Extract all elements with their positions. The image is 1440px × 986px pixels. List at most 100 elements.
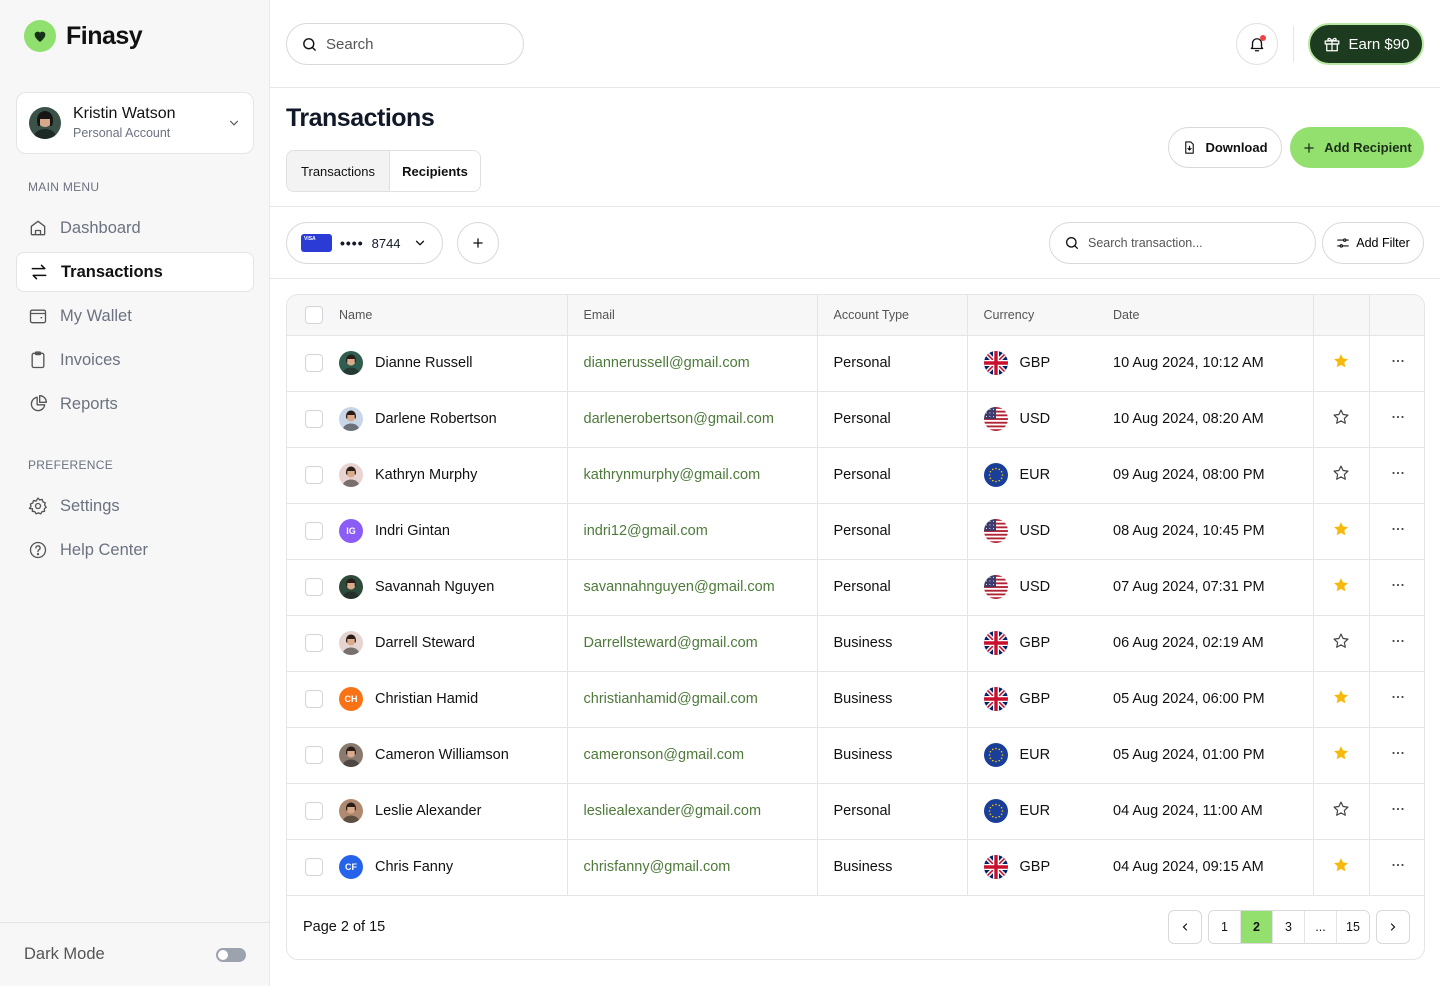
- sidebar-item-my-wallet[interactable]: My Wallet: [16, 296, 254, 336]
- row-checkbox[interactable]: [305, 802, 323, 820]
- more-options-icon[interactable]: [1389, 576, 1407, 594]
- star-outline-icon[interactable]: [1332, 408, 1350, 426]
- more-options-icon[interactable]: [1389, 464, 1407, 482]
- row-checkbox[interactable]: [305, 634, 323, 652]
- avatar-initials: IG: [346, 526, 356, 536]
- star-outline-icon[interactable]: [1332, 632, 1350, 650]
- table-row[interactable]: Cameron Williamson cameronson@gmail.com Bu…: [287, 727, 1424, 784]
- add-card-button[interactable]: [457, 222, 499, 264]
- star-filled-icon[interactable]: [1332, 688, 1350, 706]
- table-row[interactable]: Savannah Nguyen savannahnguyen@gmail.com P…: [287, 559, 1424, 616]
- table-row[interactable]: IG Indri Gintan indri12@gmail.com Personal U…: [287, 503, 1424, 560]
- more-options-icon[interactable]: [1389, 744, 1407, 762]
- more-options-icon[interactable]: [1389, 856, 1407, 874]
- column-header-currency[interactable]: Currency: [967, 295, 1097, 336]
- eur-flag-icon: [983, 743, 1008, 767]
- plus-icon: [1304, 142, 1315, 153]
- row-checkbox[interactable]: [305, 690, 323, 708]
- table-row[interactable]: Dianne Russell diannerussell@gmail.com Per…: [287, 335, 1424, 392]
- recipient-email[interactable]: chrisfanny@gmail.com: [584, 859, 731, 875]
- earn-label: Earn $90: [1348, 35, 1410, 53]
- row-checkbox[interactable]: [305, 354, 323, 372]
- star-filled-icon[interactable]: [1332, 856, 1350, 874]
- add-filter-label: Add Filter: [1356, 236, 1410, 250]
- star-filled-icon[interactable]: [1332, 520, 1350, 538]
- star-filled-icon[interactable]: [1332, 352, 1350, 370]
- recipient-email[interactable]: darlenerobertson@gmail.com: [584, 411, 774, 427]
- row-checkbox[interactable]: [305, 578, 323, 596]
- page-button[interactable]: 1: [1209, 911, 1241, 943]
- row-checkbox[interactable]: [305, 858, 323, 876]
- search-input[interactable]: [326, 35, 506, 53]
- brand-logo[interactable]: Finasy: [24, 20, 143, 52]
- recipient-email[interactable]: indri12@gmail.com: [584, 523, 708, 539]
- column-header-email[interactable]: Email: [567, 295, 818, 336]
- dark-mode-toggle[interactable]: [216, 947, 246, 962]
- column-header-account-type[interactable]: Account Type: [817, 295, 968, 336]
- sidebar-item-reports[interactable]: Reports: [16, 384, 254, 424]
- row-checkbox[interactable]: [305, 746, 323, 764]
- sidebar-item-label: Help Center: [60, 540, 149, 559]
- more-options-icon[interactable]: [1389, 408, 1407, 426]
- more-options-icon[interactable]: [1389, 520, 1407, 538]
- file-download-icon: [1185, 141, 1195, 154]
- transaction-search-input[interactable]: [1088, 236, 1298, 250]
- table-row[interactable]: Darlene Robertson darlenerobertson@gmail.…: [287, 391, 1424, 448]
- add-recipient-button[interactable]: Add Recipient: [1290, 127, 1424, 168]
- table-row[interactable]: Kathryn Murphy kathrynmurphy@gmail.com Per…: [287, 447, 1424, 504]
- row-checkbox[interactable]: [305, 522, 323, 540]
- sidebar-item-help-center[interactable]: Help Center: [16, 530, 254, 570]
- column-header-date[interactable]: Date: [1097, 295, 1314, 336]
- recipient-email[interactable]: savannahnguyen@gmail.com: [584, 579, 775, 595]
- tab-recipients[interactable]: Recipients: [390, 151, 480, 191]
- recipient-email[interactable]: kathrynmurphy@gmail.com: [584, 467, 761, 483]
- table-row[interactable]: CH Christian Hamid christianhamid@gmail.co…: [287, 671, 1424, 728]
- select-all-checkbox[interactable]: [305, 305, 323, 324]
- recipient-email[interactable]: lesliealexander@gmail.com: [584, 803, 762, 819]
- sidebar-item-invoices[interactable]: Invoices: [16, 340, 254, 380]
- page-button[interactable]: 2: [1241, 911, 1273, 943]
- currency-code: EUR: [1019, 803, 1051, 819]
- recipient-email[interactable]: diannerussell@gmail.com: [584, 355, 750, 371]
- table-row[interactable]: Darrell Steward Darrellsteward@gmail.com B…: [287, 615, 1424, 672]
- next-page-button[interactable]: [1376, 910, 1410, 944]
- page-button[interactable]: 3: [1273, 911, 1305, 943]
- card-selector[interactable]: VISA •••• 8744: [286, 222, 443, 264]
- tab-bar: Transactions Recipients: [286, 150, 481, 192]
- star-outline-icon[interactable]: [1332, 464, 1350, 482]
- recipient-email[interactable]: cameronson@gmail.com: [584, 747, 745, 763]
- more-options-icon[interactable]: [1389, 688, 1407, 706]
- recipient-name: Leslie Alexander: [375, 803, 482, 819]
- account-switcher[interactable]: Kristin Watson Personal Account: [16, 92, 254, 154]
- row-checkbox[interactable]: [305, 466, 323, 484]
- prev-page-button[interactable]: [1168, 910, 1202, 944]
- avatar: [339, 743, 363, 767]
- download-button[interactable]: Download: [1168, 127, 1282, 168]
- account-type: Personal: [833, 579, 891, 595]
- recipient-email[interactable]: Darrellsteward@gmail.com: [584, 635, 758, 651]
- more-options-icon[interactable]: [1389, 632, 1407, 650]
- search-icon: [1066, 237, 1078, 249]
- add-filter-button[interactable]: Add Filter: [1322, 222, 1424, 264]
- earn-button[interactable]: Earn $90: [1308, 23, 1424, 65]
- sidebar-item-dashboard[interactable]: Dashboard: [16, 208, 254, 248]
- table-row[interactable]: CF Chris Fanny chrisfanny@gmail.com Busines…: [287, 839, 1424, 896]
- column-header-name[interactable]: Name: [323, 295, 568, 336]
- star-outline-icon[interactable]: [1332, 800, 1350, 818]
- avatar: [339, 575, 363, 599]
- recipient-email[interactable]: christianhamid@gmail.com: [584, 691, 758, 707]
- main-menu-label: MAIN MENU: [28, 180, 100, 194]
- star-filled-icon[interactable]: [1332, 576, 1350, 594]
- tab-transactions[interactable]: Transactions: [287, 151, 390, 191]
- sidebar-item-settings[interactable]: Settings: [16, 486, 254, 526]
- star-filled-icon[interactable]: [1332, 744, 1350, 762]
- page-button[interactable]: 15: [1337, 911, 1369, 943]
- transaction-search[interactable]: [1049, 222, 1316, 264]
- notifications-button[interactable]: [1236, 23, 1278, 65]
- global-search[interactable]: [286, 23, 524, 65]
- more-options-icon[interactable]: [1389, 800, 1407, 818]
- table-row[interactable]: Leslie Alexander lesliealexander@gmail.co…: [287, 783, 1424, 840]
- row-checkbox[interactable]: [305, 410, 323, 428]
- more-options-icon[interactable]: [1389, 352, 1407, 370]
- sidebar-item-transactions[interactable]: Transactions: [16, 252, 254, 292]
